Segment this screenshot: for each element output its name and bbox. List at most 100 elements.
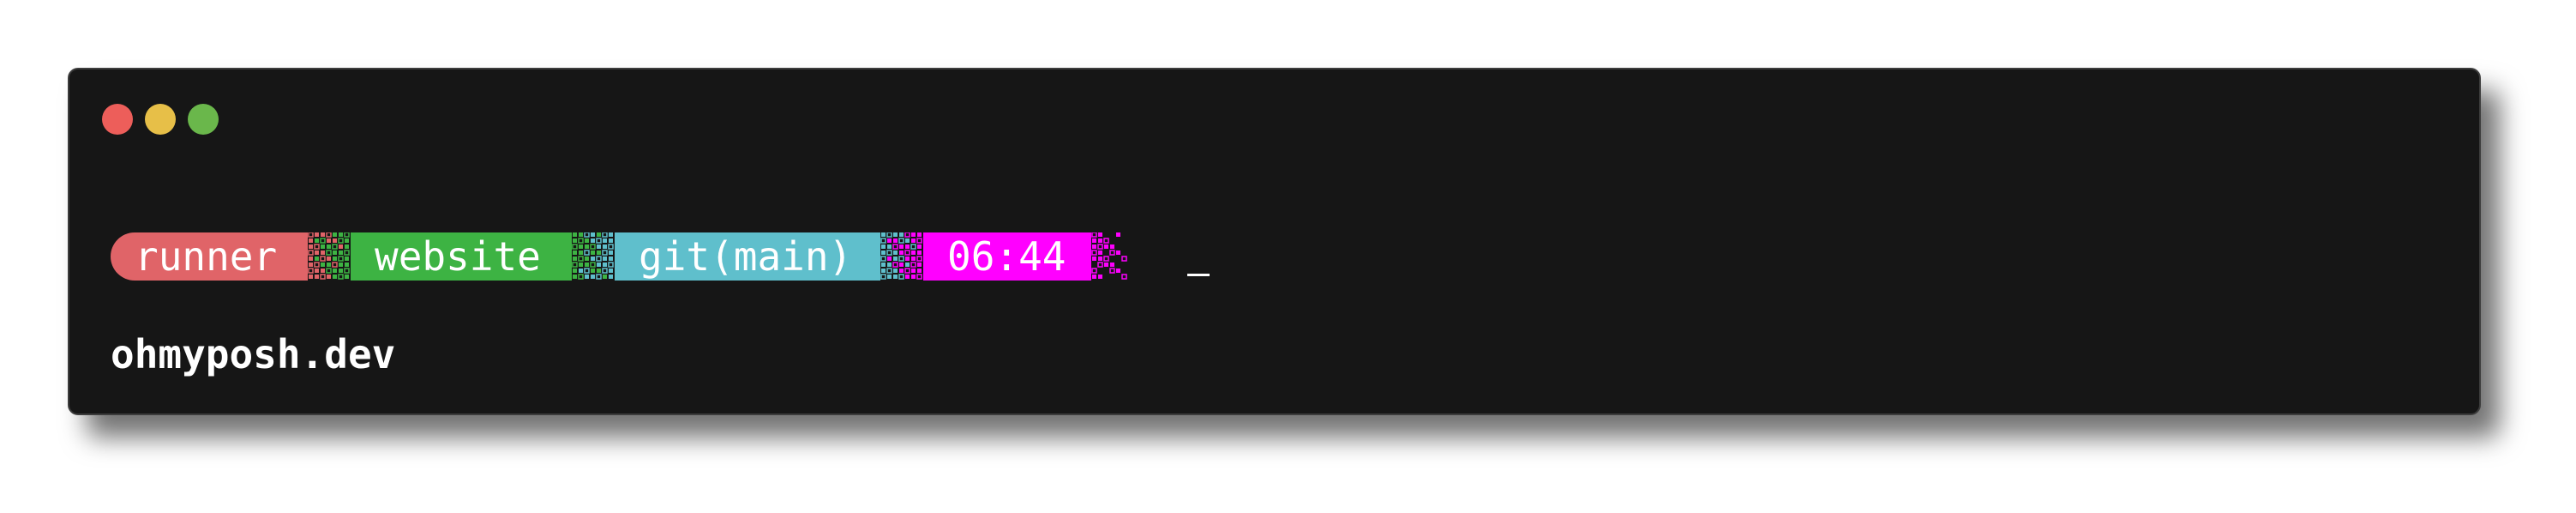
separator-pixel xyxy=(596,256,602,262)
separator-pixel xyxy=(880,238,886,244)
separator-pixel xyxy=(579,269,583,273)
separator-pixel xyxy=(309,256,313,261)
separator-pixel xyxy=(309,275,313,279)
separator-pixel xyxy=(579,232,583,237)
separator-pixel xyxy=(887,275,892,279)
separator-pixel xyxy=(333,238,337,243)
prompt-segment-git: git(main) xyxy=(615,232,880,281)
zoom-button[interactable] xyxy=(188,104,219,135)
separator-pixel xyxy=(579,250,583,255)
separator-pixel xyxy=(881,232,886,237)
separator-pixel xyxy=(911,238,916,243)
separator-pixel xyxy=(603,275,607,279)
separator-pixel xyxy=(585,263,589,267)
terminal-window: runner website git(main) 06:44 ohmyposh.… xyxy=(68,68,2481,415)
separator-pixel xyxy=(321,269,325,273)
separator-pixel xyxy=(321,250,325,255)
separator-pixel xyxy=(573,275,577,279)
separator-pixel xyxy=(1092,256,1096,261)
separator-pixel xyxy=(345,263,349,267)
separator-pixel xyxy=(339,244,343,249)
separator-pixel xyxy=(911,275,916,279)
separator-pixel xyxy=(917,250,922,255)
separator-pixel xyxy=(332,262,338,268)
separator-pixel xyxy=(315,275,319,279)
separator-pixel xyxy=(603,244,607,249)
separator-pixel xyxy=(1098,250,1102,255)
separator-pixel xyxy=(1098,256,1102,261)
separator-pixel xyxy=(591,238,595,243)
separator-pixel xyxy=(1121,256,1127,262)
separator-pixel xyxy=(893,256,898,261)
separator-pixel xyxy=(899,263,904,267)
separator-pixel xyxy=(308,250,314,256)
separator-pixel xyxy=(585,238,589,243)
separator-pixel xyxy=(911,269,916,273)
separator-pixel xyxy=(572,262,578,268)
separator-pixel xyxy=(333,232,337,237)
separator-pixel xyxy=(333,256,337,261)
minimize-button[interactable] xyxy=(145,104,176,135)
separator-pixel xyxy=(893,238,898,243)
separator-pixel xyxy=(905,275,910,279)
separator-pixel xyxy=(886,232,892,238)
separator-pixel xyxy=(904,250,910,256)
separator-pixel xyxy=(1116,250,1120,255)
separator-pixel xyxy=(609,269,613,273)
separator-pixel xyxy=(881,269,886,273)
separator-pixel xyxy=(1091,232,1097,238)
separator-pixel xyxy=(578,238,584,244)
separator-pixel xyxy=(327,256,331,261)
separator-pixel xyxy=(880,256,886,262)
separator-pixel xyxy=(892,244,898,250)
separator-pixel xyxy=(905,244,910,249)
separator-pixel xyxy=(609,256,613,261)
separator-pixel xyxy=(326,232,332,238)
separator-pixel xyxy=(911,256,916,261)
separator-pixel xyxy=(1103,256,1109,262)
separator-pixel xyxy=(591,232,595,237)
separator-pixel xyxy=(333,250,337,255)
separator-pixel xyxy=(893,250,898,255)
separator-pixel xyxy=(314,244,320,250)
separator-pixel xyxy=(1109,268,1115,274)
separator-pixel xyxy=(339,269,343,273)
separator-pixel xyxy=(345,275,349,279)
separator-pixel xyxy=(327,244,331,249)
segment-separator-icon xyxy=(308,232,350,280)
close-button[interactable] xyxy=(102,104,133,135)
prompt-segment-folder: website xyxy=(351,232,572,281)
separator-pixel xyxy=(591,269,595,273)
separator-pixel xyxy=(904,268,910,274)
separator-pixel xyxy=(326,268,332,274)
prompt-segment-time: 06:44 xyxy=(923,232,1091,281)
separator-pixel xyxy=(579,263,583,267)
separator-pixel xyxy=(1097,262,1103,268)
separator-pixel xyxy=(315,256,319,261)
separator-pixel xyxy=(1104,263,1108,267)
separator-pixel xyxy=(609,232,613,237)
separator-pixel xyxy=(881,263,886,267)
separator-pixel xyxy=(585,244,589,249)
separator-pixel xyxy=(603,238,607,243)
separator-pixel xyxy=(1104,244,1108,249)
separator-pixel xyxy=(893,275,898,279)
separator-pixel xyxy=(327,263,331,267)
separator-pixel xyxy=(899,250,904,255)
separator-pixel xyxy=(916,238,922,244)
separator-pixel xyxy=(345,256,349,261)
separator-pixel xyxy=(585,275,589,279)
separator-pixel xyxy=(597,232,601,237)
separator-pixel xyxy=(1116,232,1120,237)
cursor[interactable] xyxy=(1187,232,1210,281)
separator-pixel xyxy=(1097,244,1103,250)
separator-pixel xyxy=(603,263,607,267)
separator-pixel xyxy=(1116,269,1120,273)
separator-pixel xyxy=(597,250,601,255)
separator-pixel xyxy=(603,256,607,261)
separator-pixel xyxy=(910,244,916,250)
separator-pixel xyxy=(321,263,325,267)
separator-pixel xyxy=(339,263,343,267)
separator-pixel xyxy=(309,244,313,249)
separator-pixel xyxy=(590,262,596,268)
